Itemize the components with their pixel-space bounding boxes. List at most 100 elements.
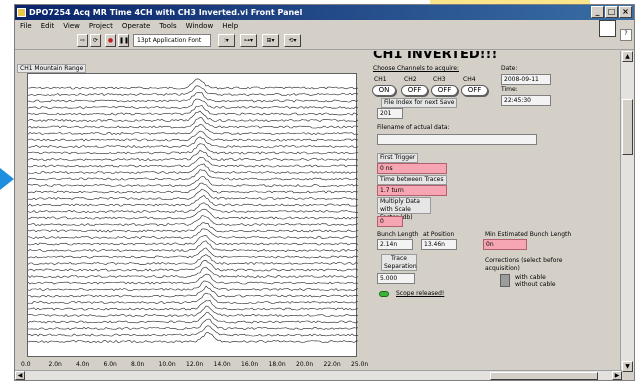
trace-line (28, 85, 358, 96)
trace-line (28, 169, 358, 181)
channel-name-ch4: CH4 (463, 76, 476, 83)
x-tick-label: 8.0n (131, 361, 145, 368)
screenshot-stage: DPO7254 Acq MR Time 4CH with CH3 Inverte… (0, 0, 639, 381)
x-axis-ticks: 0.0 2.0n 4.0n 6.0n 8.0n 10.0n 12.0n 14.0n 16.0n 1… (19, 361, 369, 369)
distribute-objects-button[interactable]: ⊶▾ (240, 34, 257, 47)
trace-line (28, 110, 358, 122)
scroll-right-arrow-icon[interactable]: ▶ (612, 371, 622, 380)
trace-line (28, 92, 358, 103)
ch2-toggle-button[interactable]: OFF (401, 85, 428, 96)
trace-line (28, 182, 358, 194)
labview-window: DPO7254 Acq MR Time 4CH with CH3 Inverte… (14, 4, 635, 381)
vertical-scrollbar[interactable]: ▲ ▼ (620, 51, 634, 372)
ch4-toggle-button[interactable]: OFF (461, 85, 488, 96)
menu-view[interactable]: View (63, 20, 80, 32)
min-bunch-input[interactable]: 0n (483, 239, 527, 250)
time-label: Time: (501, 86, 518, 93)
scroll-down-arrow-icon[interactable]: ▼ (622, 361, 633, 372)
x-tick-label: 22.0n (323, 361, 341, 368)
menu-edit[interactable]: Edit (41, 20, 55, 32)
font-select[interactable]: 13pt Application Font (133, 34, 211, 47)
run-button[interactable]: ⇨ (77, 34, 88, 47)
x-tick-label: 6.0n (103, 361, 117, 368)
close-button[interactable]: × (619, 6, 632, 18)
first-trigger-input[interactable]: 0 ns (377, 163, 447, 174)
bunch-length-value: 2.14n (377, 239, 413, 250)
mountain-range-plot (28, 78, 358, 344)
channel-name-ch3: CH3 (433, 76, 446, 83)
ch3-toggle-button[interactable]: OFF (431, 85, 458, 96)
scroll-left-arrow-icon[interactable]: ◀ (15, 371, 25, 380)
trace-line (28, 240, 358, 253)
channel-name-ch2: CH2 (404, 76, 417, 83)
trace-line (28, 292, 358, 304)
trace-line (28, 130, 358, 142)
bunch-length-label: Bunch Length (377, 231, 419, 238)
resize-objects-button[interactable]: ⊞▾ (262, 34, 279, 47)
trace-line (28, 136, 358, 148)
menu-operate[interactable]: Operate (122, 20, 150, 32)
corrections-label: Corrections (select before acquisition) (485, 257, 563, 272)
toolbar: ⇨ ⟳ ● ❚❚ 13pt Application Font ⫶▾ ⊶▾ ⊞▾ … (15, 32, 634, 50)
without-cable-label: without cable (515, 281, 556, 288)
choose-channels-label: Choose Channels to acquire: (373, 65, 459, 72)
trace-line (28, 143, 358, 155)
align-objects-button[interactable]: ⫶▾ (218, 34, 235, 47)
multiply-input[interactable]: 0 (377, 216, 403, 227)
panel-heading: CH1 INVERTED!!! (373, 51, 498, 62)
menu-project[interactable]: Project (89, 20, 113, 32)
window-controls: _ □ × (591, 6, 632, 18)
first-trigger-label: First Trigger (377, 153, 419, 163)
horizontal-scroll-thumb[interactable] (490, 372, 598, 380)
vi-icon (599, 20, 616, 37)
horizontal-scrollbar[interactable]: ◀ ▶ (15, 370, 622, 380)
trace-line (28, 104, 358, 116)
menu-window[interactable]: Window (186, 20, 214, 32)
help-icon[interactable]: ? (620, 29, 632, 41)
trace-line (28, 254, 358, 265)
menu-help[interactable]: Help (222, 20, 238, 32)
reorder-button[interactable]: ⟲▾ (284, 34, 301, 47)
x-tick-label: 25.0n (351, 361, 369, 368)
trace-line (28, 176, 358, 187)
channel-name-ch1: CH1 (374, 76, 387, 83)
scroll-up-arrow-icon[interactable]: ▲ (622, 51, 633, 62)
abort-button[interactable]: ● (105, 34, 116, 47)
vertical-scroll-thumb[interactable] (622, 99, 633, 155)
maximize-button[interactable]: □ (605, 6, 618, 18)
scope-released-label: Scope released! (396, 290, 445, 297)
filename-value (377, 134, 537, 145)
trace-line (28, 188, 358, 200)
x-tick-label: 10.0n (158, 361, 176, 368)
multiply-label: Multiply Data with Scale Factor (db) (377, 197, 431, 221)
x-tick-label: 2.0n (48, 361, 62, 368)
cable-correction-switch[interactable] (500, 274, 510, 287)
time-between-input[interactable]: 1.7 turn (377, 185, 447, 196)
at-position-label: at Position (423, 231, 455, 238)
x-tick-label: 4.0n (76, 361, 90, 368)
at-position-value: 13.46n (421, 239, 457, 250)
front-panel: CH1 Mountain Range 0.0 2.0n 4.0n 6.0n 8.0n 10… (15, 51, 620, 372)
menu-file[interactable]: File (20, 20, 32, 32)
trace-line (28, 285, 358, 298)
pause-button[interactable]: ❚❚ (118, 34, 129, 47)
x-tick-label: 14.0n (213, 361, 231, 368)
app-icon (17, 8, 26, 17)
trace-line (28, 117, 358, 129)
run-continuous-button[interactable]: ⟳ (90, 34, 101, 47)
trace-line (28, 259, 358, 272)
trace-line (28, 318, 358, 330)
x-tick-label: 18.0n (268, 361, 286, 368)
trace-sep-input[interactable]: 5.000 (377, 273, 415, 284)
trace-line (28, 305, 358, 317)
file-index-input[interactable]: 201 (377, 108, 403, 119)
window-titlebar: DPO7254 Acq MR Time 4CH with CH3 Inverte… (15, 5, 634, 20)
mountain-range-graph (27, 73, 358, 357)
trace-line (28, 149, 358, 161)
menu-tools[interactable]: Tools (159, 20, 176, 32)
trace-line (28, 78, 358, 90)
filename-label: Filename of actual data: (377, 124, 450, 131)
minimize-button[interactable]: _ (591, 6, 604, 18)
x-tick-label: 20.0n (296, 361, 314, 368)
ch1-toggle-button[interactable]: ON (372, 85, 396, 96)
